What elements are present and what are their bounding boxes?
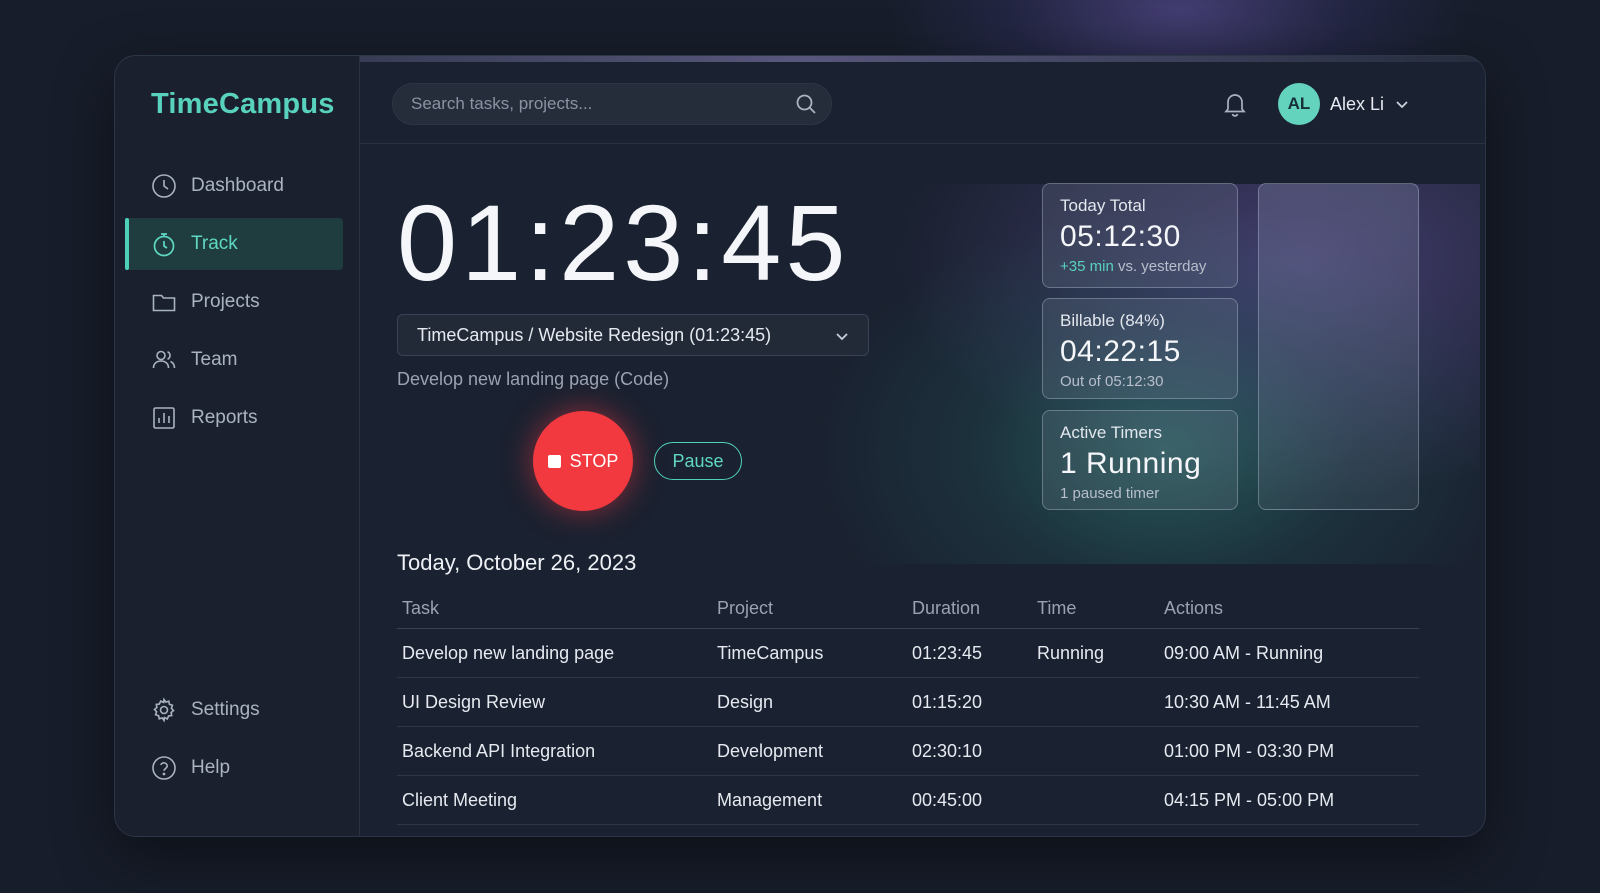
top-bar: AL Alex Li (360, 56, 1485, 144)
cell-project: Design (717, 691, 774, 712)
help-circle-icon (151, 755, 177, 781)
time-log-table: Task Project Duration Time Actions Devel… (397, 589, 1419, 825)
cell-project: Development (717, 740, 824, 761)
cell-actions: 04:15 PM - 05:00 PM (1164, 789, 1335, 810)
sidebar-item-label: Dashboard (191, 175, 284, 196)
search-input[interactable] (411, 84, 781, 124)
users-icon (151, 347, 177, 373)
sidebar-item-track[interactable]: Track (125, 218, 343, 270)
active-timers-label: Active Timers (1060, 423, 1163, 442)
cell-duration: 01:15:20 (912, 691, 983, 712)
sidebar-item-label: Track (191, 233, 238, 254)
cell-task: Backend API Integration (402, 740, 596, 761)
sidebar-item-label: Help (191, 757, 231, 778)
stopwatch-icon (151, 231, 177, 257)
table-row[interactable]: Develop new landing page TimeCampus 01:2… (397, 629, 1419, 678)
today-total-value: 05:12:30 (1060, 220, 1181, 253)
cell-duration: 01:23:45 (912, 642, 983, 663)
glass-panel (1258, 183, 1419, 510)
sidebar-item-team[interactable]: Team (125, 334, 343, 386)
billable-card: Billable (84%) 04:22:15 Out of 05:12:30 (1042, 298, 1238, 399)
table-row[interactable]: Client Meeting Management 00:45:00 04:15… (397, 776, 1419, 825)
cell-actions: 01:00 PM - 03:30 PM (1164, 740, 1335, 761)
cell-task: Client Meeting (402, 789, 518, 810)
cell-actions: 10:30 AM - 11:45 AM (1164, 691, 1331, 712)
stop-square-icon (547, 454, 561, 468)
sidebar-item-label: Reports (191, 407, 258, 428)
cell-time: Running (1037, 642, 1105, 663)
search-icon[interactable] (795, 93, 817, 115)
cell-task: Develop new landing page (402, 642, 615, 663)
app-logo[interactable]: TimeCampus (151, 88, 335, 121)
active-timers-card: Active Timers 1 Running 1 paused timer (1042, 410, 1238, 510)
bell-icon[interactable] (1222, 90, 1248, 118)
main-content: 01:23:45 TimeCampus / Website Redesign (… (360, 144, 1485, 836)
project-select-value: TimeCampus / Website Redesign (01:23:45) (417, 324, 772, 345)
today-total-card: Today Total 05:12:30 +35 min vs. yesterd… (1042, 183, 1238, 288)
timer-display: 01:23:45 (397, 182, 850, 303)
delta-suffix: vs. yesterday (1113, 258, 1207, 275)
billable-label: Billable (84%) (1060, 311, 1165, 330)
bar-chart-icon (151, 405, 177, 431)
sidebar-item-label: Team (191, 349, 238, 370)
sidebar-item-settings[interactable]: Settings (125, 684, 343, 736)
column-header-project[interactable]: Project (717, 598, 912, 619)
active-timers-value: 1 Running (1060, 447, 1202, 480)
today-total-label: Today Total (1060, 196, 1146, 215)
chevron-down-icon (834, 328, 850, 344)
cell-duration: 00:45:00 (912, 789, 983, 810)
cell-actions: 09:00 AM - Running (1164, 642, 1324, 663)
gear-icon (151, 697, 177, 723)
sidebar-item-help[interactable]: Help (125, 742, 343, 794)
stop-button[interactable]: STOP (533, 411, 633, 511)
cell-task: UI Design Review (402, 691, 546, 712)
delta-value: +35 min (1060, 258, 1114, 275)
task-description: Develop new landing page (Code) (397, 369, 670, 389)
sidebar-bottom-nav: Settings Help (125, 684, 343, 800)
stop-label: STOP (569, 450, 619, 471)
log-date-heading: Today, October 26, 2023 (397, 550, 637, 575)
sidebar: TimeCampus Dashboard Track Projects Team… (115, 56, 360, 836)
column-header-task[interactable]: Task (397, 598, 717, 619)
billable-sub: Out of 05:12:30 (1060, 373, 1164, 390)
clock-icon (151, 173, 177, 199)
table-row[interactable]: Backend API Integration Development 02:3… (397, 727, 1419, 776)
cell-duration: 02:30:10 (912, 740, 983, 761)
search-box (392, 83, 832, 125)
pause-button[interactable]: Pause (654, 442, 742, 480)
sidebar-item-label: Projects (191, 291, 260, 312)
sidebar-item-projects[interactable]: Projects (125, 276, 343, 328)
column-header-time[interactable]: Time (1037, 598, 1164, 619)
avatar[interactable]: AL (1278, 83, 1320, 125)
sidebar-item-reports[interactable]: Reports (125, 392, 343, 444)
sidebar-item-dashboard[interactable]: Dashboard (125, 160, 343, 212)
table-row[interactable]: UI Design Review Design 01:15:20 10:30 A… (397, 678, 1419, 727)
chevron-down-icon[interactable] (1394, 96, 1410, 112)
app-window: TimeCampus Dashboard Track Projects Team… (114, 55, 1486, 837)
sidebar-item-label: Settings (191, 699, 260, 720)
cell-project: Management (717, 789, 823, 810)
today-total-delta: +35 min vs. yesterday (1060, 258, 1237, 275)
active-timers-sub: 1 paused timer (1060, 485, 1160, 502)
folder-icon (151, 289, 177, 315)
project-select[interactable]: TimeCampus / Website Redesign (01:23:45) (397, 314, 869, 356)
user-name[interactable]: Alex Li (1330, 94, 1384, 115)
column-header-duration[interactable]: Duration (912, 598, 1037, 619)
cell-project: TimeCampus (717, 642, 824, 663)
sidebar-nav: Dashboard Track Projects Team Reports (125, 160, 343, 450)
billable-value: 04:22:15 (1060, 335, 1181, 368)
table-header: Task Project Duration Time Actions (397, 589, 1419, 629)
column-header-actions[interactable]: Actions (1164, 598, 1419, 619)
